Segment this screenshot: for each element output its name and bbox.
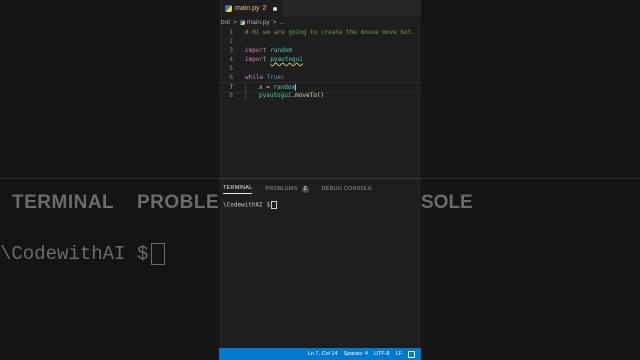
status-cursor-position[interactable]: Ln 7, Col 14 [308, 351, 338, 357]
python-file-icon [225, 5, 232, 12]
module-name: pyautogui [259, 92, 292, 99]
tab-problem-count: 2 [262, 5, 267, 12]
line-number: 8 [229, 92, 233, 99]
status-bar: Ln 7, Col 14 Spaces: 4 UTF-8 LF [219, 348, 421, 360]
background-prompt-text: \CodewithAI $ [0, 243, 149, 266]
keyword: while [245, 74, 264, 81]
line-number: 4 [229, 56, 233, 63]
call-statement: pyautogui.moveTo() [259, 92, 324, 99]
problems-count-badge: 2 [301, 185, 309, 193]
line-number: 3 [229, 47, 233, 54]
code-line[interactable]: 4 import pyautogui [219, 55, 421, 64]
status-indentation[interactable]: Spaces: 4 [344, 351, 368, 357]
background-cursor [151, 243, 166, 265]
tab-terminal[interactable]: TERMINAL [223, 185, 253, 194]
module-name: pyautogui [270, 56, 303, 63]
method-call: .moveTo() [291, 92, 325, 99]
line-number: 6 [229, 74, 233, 81]
breadcrumb-file[interactable]: main.py [247, 19, 270, 26]
background-prompt: \CodewithAI $ [0, 243, 166, 266]
import-statement: import pyautogui [245, 56, 303, 63]
breadcrumb: bot > main.py > ... [219, 17, 421, 28]
line-number: 1 [229, 29, 233, 36]
keyword: import [245, 47, 267, 54]
code-line[interactable]: 3 import random [219, 46, 421, 55]
operator: = [262, 84, 274, 91]
punctuation: : [281, 74, 285, 81]
text-caret [295, 84, 297, 91]
panel-tabs: TERMINAL PROBLEMS 2 DEBUG CONSOLE [219, 182, 421, 196]
unsaved-dot-icon[interactable] [273, 6, 278, 11]
breadcrumb-symbol[interactable]: ... [279, 19, 284, 26]
breadcrumb-separator: > [233, 19, 237, 26]
tab-main-py[interactable]: main.py 2 [219, 0, 284, 17]
code-line[interactable]: 6 while True: [219, 73, 421, 82]
background-console-fragment: SOLE [421, 192, 473, 213]
line-number: 5 [229, 65, 233, 72]
status-eol[interactable]: LF [396, 351, 402, 357]
background-terminal-tab: TERMINAL [12, 192, 115, 213]
breadcrumb-folder[interactable]: bot [221, 19, 230, 26]
status-encoding[interactable]: UTF-8 [374, 351, 390, 357]
bottom-panel: TERMINAL PROBLEMS 2 DEBUG CONSOLE \Codewi… [219, 178, 421, 349]
code-line[interactable]: 5 [219, 64, 421, 73]
editor-tab-bar: main.py 2 [219, 0, 421, 17]
code-line[interactable]: 8 pyautogui.moveTo() [219, 91, 421, 100]
constant: True [266, 74, 282, 81]
module-name: random [273, 84, 296, 91]
breadcrumb-separator: > [272, 19, 277, 26]
notifications-bell-icon[interactable] [408, 350, 415, 358]
import-statement: import random [245, 47, 292, 54]
tab-problems[interactable]: PROBLEMS 2 [265, 185, 309, 193]
vscode-window: main.py 2 bot > main.py > ... 1 # Hi we … [219, 0, 421, 360]
terminal-prompt: \CodewithAI $ [223, 201, 270, 209]
tab-problems-label: PROBLEMS [265, 186, 298, 192]
assignment: x = random [259, 84, 297, 91]
line-number: 7 [229, 84, 233, 91]
line-number: 2 [229, 38, 233, 45]
tab-filename: main.py [235, 5, 260, 12]
while-statement: while True: [245, 74, 285, 81]
module-name: random [270, 47, 292, 54]
tab-debug-console[interactable]: DEBUG CONSOLE [322, 186, 373, 192]
python-file-icon [239, 20, 245, 25]
terminal-output[interactable]: \CodewithAI $ [223, 201, 277, 209]
code-line[interactable]: 2 [219, 37, 421, 46]
terminal-cursor [270, 201, 277, 209]
keyword: import [245, 56, 267, 63]
comment: # Hi we are going to create the mouse mo… [245, 29, 415, 36]
code-editor[interactable]: 1 # Hi we are going to create the mouse … [219, 28, 421, 178]
code-line[interactable]: 1 # Hi we are going to create the mouse … [219, 28, 421, 37]
